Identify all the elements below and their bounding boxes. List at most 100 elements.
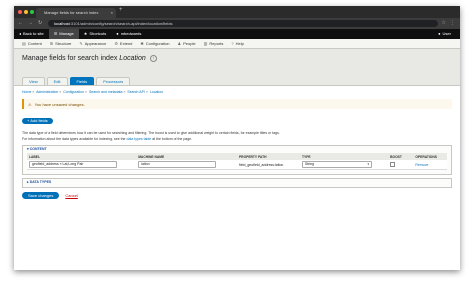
unsaved-changes-warning: ⚠ You have unsaved changes. [22, 99, 452, 109]
drupal-toolbar: ◂ Back to site ☰ Manage ★ Shortcuts ● mbedwa… [14, 29, 460, 39]
page-tabs: View Edit Fields Processors [22, 77, 131, 85]
breadcrumb-separator: » [85, 90, 87, 94]
breadcrumb-link[interactable]: Location [150, 90, 163, 94]
admin-menu-label: Extend [119, 41, 133, 46]
admin-menu-label: Configuration [145, 41, 170, 46]
breadcrumb-link[interactable]: Search API [127, 90, 145, 94]
admin-menu-reports[interactable]: ▥ Reports [200, 41, 228, 46]
address-bar-row: ← → ↻ localhost:3101/admin/config/search… [14, 18, 460, 29]
manage-tab[interactable]: ☰ Manage [48, 29, 79, 39]
browser-nav: ← → ↻ [18, 20, 42, 26]
breadcrumb-separator: » [32, 90, 35, 94]
breadcrumb-separator: » [123, 90, 126, 94]
user-icon: ● [438, 31, 441, 36]
back-icon: ◂ [19, 31, 22, 36]
breadcrumb-link[interactable]: Search and metadata [89, 90, 122, 94]
minimize-window-button[interactable] [24, 10, 28, 14]
column-header-type: TYPE [299, 153, 389, 160]
table-header-row: LABEL MACHINE NAME PROPERTY PATH TYPE BO… [27, 153, 447, 160]
property-path-cell: field_geofield_address:latlon [236, 160, 300, 170]
machine-name-input[interactable]: latlon [138, 161, 217, 168]
chevron-down-icon: ▾ [367, 162, 369, 166]
boost-checkbox[interactable] [390, 161, 396, 167]
browser-actions: ☆ ⋮ [442, 20, 455, 26]
tab-view[interactable]: View [22, 77, 45, 85]
tab-fields[interactable]: Fields [69, 77, 95, 85]
browser-menu-icon[interactable]: ⋮ [450, 20, 455, 26]
tab-close-icon[interactable]: × [111, 8, 113, 18]
fields-description: The data type of a field determines how … [22, 130, 452, 142]
breadcrumb-link[interactable]: Administration [36, 90, 58, 94]
url-host: localhost [54, 21, 70, 26]
new-tab-button[interactable]: + [119, 7, 123, 13]
column-header-boost: BOOST [388, 153, 414, 160]
browser-tab[interactable]: Manage fields for search index × [36, 8, 116, 18]
back-arrow-icon[interactable]: ← [18, 20, 23, 26]
shortcuts-tab[interactable]: ★ Shortcuts [79, 29, 112, 39]
operations-cell: Remove [413, 160, 447, 170]
main-content: Home» Administration» Configuration» Sea… [14, 86, 460, 203]
reload-icon[interactable]: ↻ [38, 20, 42, 26]
admin-menu-structure[interactable]: ⊞ Structure [46, 41, 76, 46]
breadcrumb-link[interactable]: Home [22, 90, 31, 94]
description-line: For information about the data types ava… [22, 136, 452, 142]
warning-icon: ⚠ [28, 101, 32, 107]
remove-link[interactable]: Remove [415, 163, 428, 167]
browser-tab-title: Manage fields for search index [44, 10, 99, 15]
browser-window: Manage fields for search index × + ← → ↻… [14, 6, 460, 270]
tab-edit[interactable]: Edit [46, 77, 68, 85]
admin-menu-label: Appearance [84, 41, 107, 46]
description-text: For information about the data types ava… [22, 137, 126, 141]
forward-arrow-icon[interactable]: → [28, 20, 33, 26]
label-input[interactable]: geofield_address » Lat,Long Pair [29, 161, 117, 168]
content-fieldset-toggle[interactable]: ▾ CONTENT [23, 146, 451, 153]
user-tab[interactable]: ● mbedwards [111, 29, 146, 39]
page-title-index-name: Location [119, 55, 146, 62]
admin-menu-label: Reports [209, 41, 224, 46]
admin-menu-extend[interactable]: ⚙ Extend [110, 41, 136, 46]
admin-menu-label: People [183, 41, 196, 46]
structure-icon: ⊞ [49, 41, 54, 46]
user-menu-button[interactable]: ● User [433, 29, 456, 39]
table-row: geofield_address » Lat,Long Pair latlon … [27, 160, 447, 170]
appearance-icon: ✎ [79, 41, 83, 46]
form-actions: Save changes Cancel [22, 192, 452, 199]
data-types-fieldset: ▸ DATA TYPES [22, 178, 452, 188]
back-to-site-label: Back to site [23, 31, 44, 36]
username-label: mbedwards [120, 31, 142, 36]
admin-menu-label: Content [27, 41, 42, 46]
bookmark-star-icon[interactable]: ☆ [442, 20, 446, 26]
column-header-operations: OPERATIONS [413, 153, 447, 160]
url-path: :3101/admin/config/search/search-api/ind… [69, 21, 173, 26]
back-to-site-link[interactable]: ◂ Back to site [14, 29, 49, 39]
admin-menu-appearance[interactable]: ✎ Appearance [75, 41, 110, 46]
breadcrumb: Home» Administration» Configuration» Sea… [22, 90, 452, 96]
admin-menu-configuration[interactable]: ✱ Configuration [136, 41, 173, 46]
admin-menu-people[interactable]: ♟ People [174, 41, 200, 46]
type-select[interactable]: String ▾ [301, 161, 372, 168]
tab-processors[interactable]: Processors [96, 77, 131, 85]
close-window-button[interactable] [18, 10, 22, 14]
user-menu-label: User [442, 31, 451, 36]
url-field[interactable]: localhost:3101/admin/config/search/searc… [48, 20, 438, 27]
breadcrumb-link[interactable]: Configuration [63, 90, 84, 94]
wrench-icon: ✱ [140, 41, 144, 46]
machine-name-cell: latlon [136, 160, 237, 170]
breadcrumb-separator: » [59, 90, 62, 94]
admin-menu-help[interactable]: ? Help [227, 41, 247, 46]
maximize-window-button[interactable] [30, 10, 34, 14]
add-fields-button[interactable]: + Add fields [22, 118, 53, 124]
shortcuts-label: Shortcuts [89, 31, 107, 36]
data-types-table-link[interactable]: data types table [127, 137, 152, 141]
cancel-link[interactable]: Cancel [65, 193, 77, 198]
info-icon[interactable]: i [149, 55, 157, 62]
window-controls [18, 10, 34, 14]
page-header: Manage fields for search index Location … [14, 49, 460, 86]
data-types-toggle[interactable]: ▸ DATA TYPES [23, 179, 451, 186]
warning-text: You have unsaved changes. [34, 101, 85, 107]
admin-menu-content[interactable]: ▤ Content [18, 41, 46, 46]
column-header-label: LABEL [27, 153, 137, 160]
help-icon: ? [231, 41, 234, 46]
save-changes-button[interactable]: Save changes [22, 192, 60, 199]
people-icon: ♟ [177, 41, 182, 46]
